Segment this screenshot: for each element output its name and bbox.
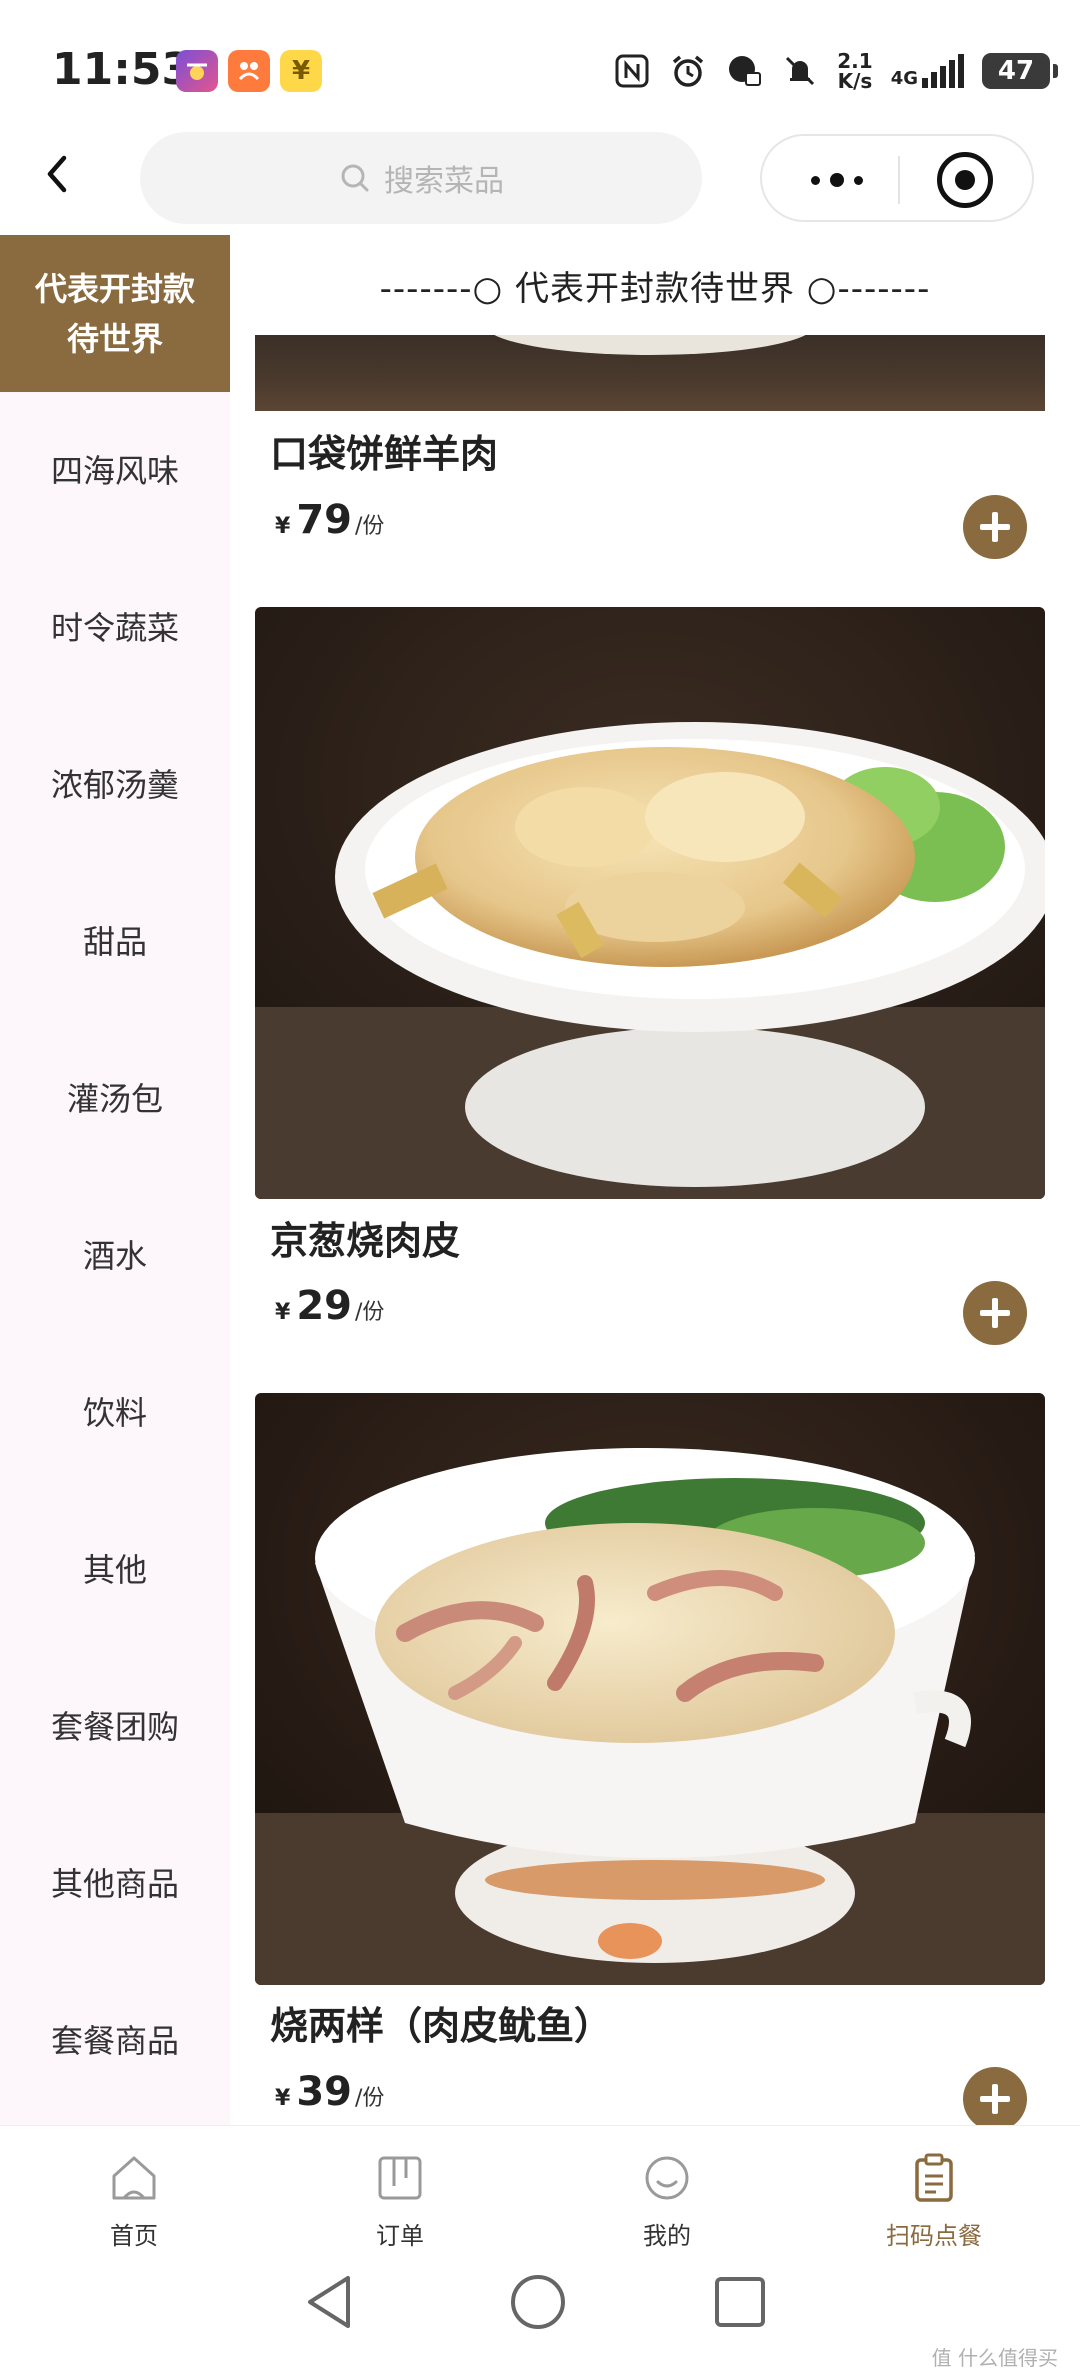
tab-profile[interactable]: 我的 xyxy=(567,2126,767,2251)
category-item[interactable]: 套餐团购 xyxy=(0,1648,230,1805)
system-recents-button[interactable] xyxy=(712,2274,768,2334)
hd-call-icon xyxy=(725,52,763,90)
nfc-icon xyxy=(613,52,651,90)
clipboard-icon xyxy=(915,2153,953,2202)
home-icon xyxy=(112,2156,156,2200)
dish-price: ¥ 29 /份 xyxy=(275,1283,385,1329)
close-mini-program-button[interactable] xyxy=(937,152,993,208)
section-title: -------○ 代表开封款待世界 ○------- xyxy=(379,268,931,309)
status-icons: 2.1 K/s 4G 47 xyxy=(613,48,1058,94)
back-button[interactable] xyxy=(30,144,90,204)
plus-icon xyxy=(980,2084,1010,2114)
system-back-button[interactable] xyxy=(300,2272,360,2336)
category-item[interactable]: 饮料 xyxy=(0,1334,230,1491)
tab-orders[interactable]: 订单 xyxy=(300,2126,500,2251)
smile-icon xyxy=(645,2156,689,2200)
search-placeholder: 搜索菜品 xyxy=(384,164,504,199)
order-icon xyxy=(378,2156,422,2200)
dish-image[interactable] xyxy=(255,607,1045,1199)
more-button[interactable] xyxy=(802,154,872,206)
add-to-cart-button[interactable] xyxy=(963,495,1027,559)
app-notification-icon xyxy=(176,50,218,92)
category-item-featured[interactable]: 代表开封款待世界 xyxy=(0,235,230,392)
system-navigation-bar xyxy=(0,2250,1080,2378)
square-recents-icon xyxy=(715,2277,765,2327)
status-bar: 11:53 ¥ 2.1 K/s 4G 47 xyxy=(0,0,1080,130)
dish-price: ¥ 39 /份 xyxy=(275,2069,385,2115)
circle-home-icon xyxy=(511,2275,565,2329)
yuan-notification-icon: ¥ xyxy=(280,50,322,92)
category-sidebar: 代表开封款待世界 四海风味 时令蔬菜 浓郁汤羹 甜品 灌汤包 酒水 饮料 其他 … xyxy=(0,235,230,2125)
add-to-cart-button[interactable] xyxy=(963,2067,1027,2125)
dish-name: 京葱烧肉皮 xyxy=(270,1219,461,1263)
category-item[interactable]: 其他 xyxy=(0,1491,230,1648)
alarm-icon xyxy=(669,52,707,90)
category-item[interactable]: 时令蔬菜 xyxy=(0,549,230,706)
search-icon xyxy=(341,164,369,192)
net-speed: 2.1 K/s xyxy=(837,49,873,93)
category-item[interactable]: 套餐商品 xyxy=(0,1962,230,2119)
network-type: 4G xyxy=(890,68,918,89)
meituan-notification-icon xyxy=(228,50,270,92)
capsule-divider xyxy=(898,156,900,204)
mini-program-navbar: 搜索菜品 xyxy=(0,130,1080,238)
plus-icon xyxy=(980,1298,1010,1328)
cellular-signal: 4G xyxy=(891,54,964,88)
category-item[interactable]: 浓郁汤羹 xyxy=(0,706,230,863)
dish-image[interactable] xyxy=(255,1393,1045,1985)
category-item[interactable]: 甜品 xyxy=(0,863,230,1020)
mute-icon xyxy=(781,52,819,90)
chevron-left-icon xyxy=(47,155,67,193)
category-item[interactable]: 灌汤包 xyxy=(0,1020,230,1177)
tab-scan-order[interactable]: 扫码点餐 xyxy=(834,2126,1034,2251)
plus-icon xyxy=(980,512,1010,542)
target-icon xyxy=(955,170,975,190)
bottom-tab-bar: 首页 订单 我的 扫码点餐 xyxy=(0,2125,1080,2250)
watermark: 值 什么值得买 xyxy=(931,2346,1058,2370)
dish-name: 口袋饼鲜羊肉 xyxy=(270,432,499,476)
mini-program-capsule xyxy=(760,134,1034,222)
dish-price: ¥ 79 /份 xyxy=(275,497,385,543)
battery-indicator: 47 xyxy=(982,53,1058,89)
category-item[interactable]: 其他商品 xyxy=(0,1805,230,1962)
signal-bars-icon xyxy=(922,54,964,88)
triangle-back-icon xyxy=(308,2276,350,2328)
add-to-cart-button[interactable] xyxy=(963,1281,1027,1345)
system-home-button[interactable] xyxy=(508,2272,568,2336)
category-item[interactable]: 酒水 xyxy=(0,1177,230,1334)
dish-name: 烧两样（肉皮鱿鱼） xyxy=(270,2004,613,2048)
dish-list: -------○ 代表开封款待世界 ○------- 口袋饼鲜羊肉 ¥ 79 /… xyxy=(230,235,1080,2125)
category-item[interactable]: 四海风味 xyxy=(0,392,230,549)
dish-image[interactable] xyxy=(255,335,1045,411)
search-bar[interactable]: 搜索菜品 xyxy=(140,132,702,224)
tab-home[interactable]: 首页 xyxy=(34,2126,234,2251)
status-time: 11:53 xyxy=(52,44,193,95)
